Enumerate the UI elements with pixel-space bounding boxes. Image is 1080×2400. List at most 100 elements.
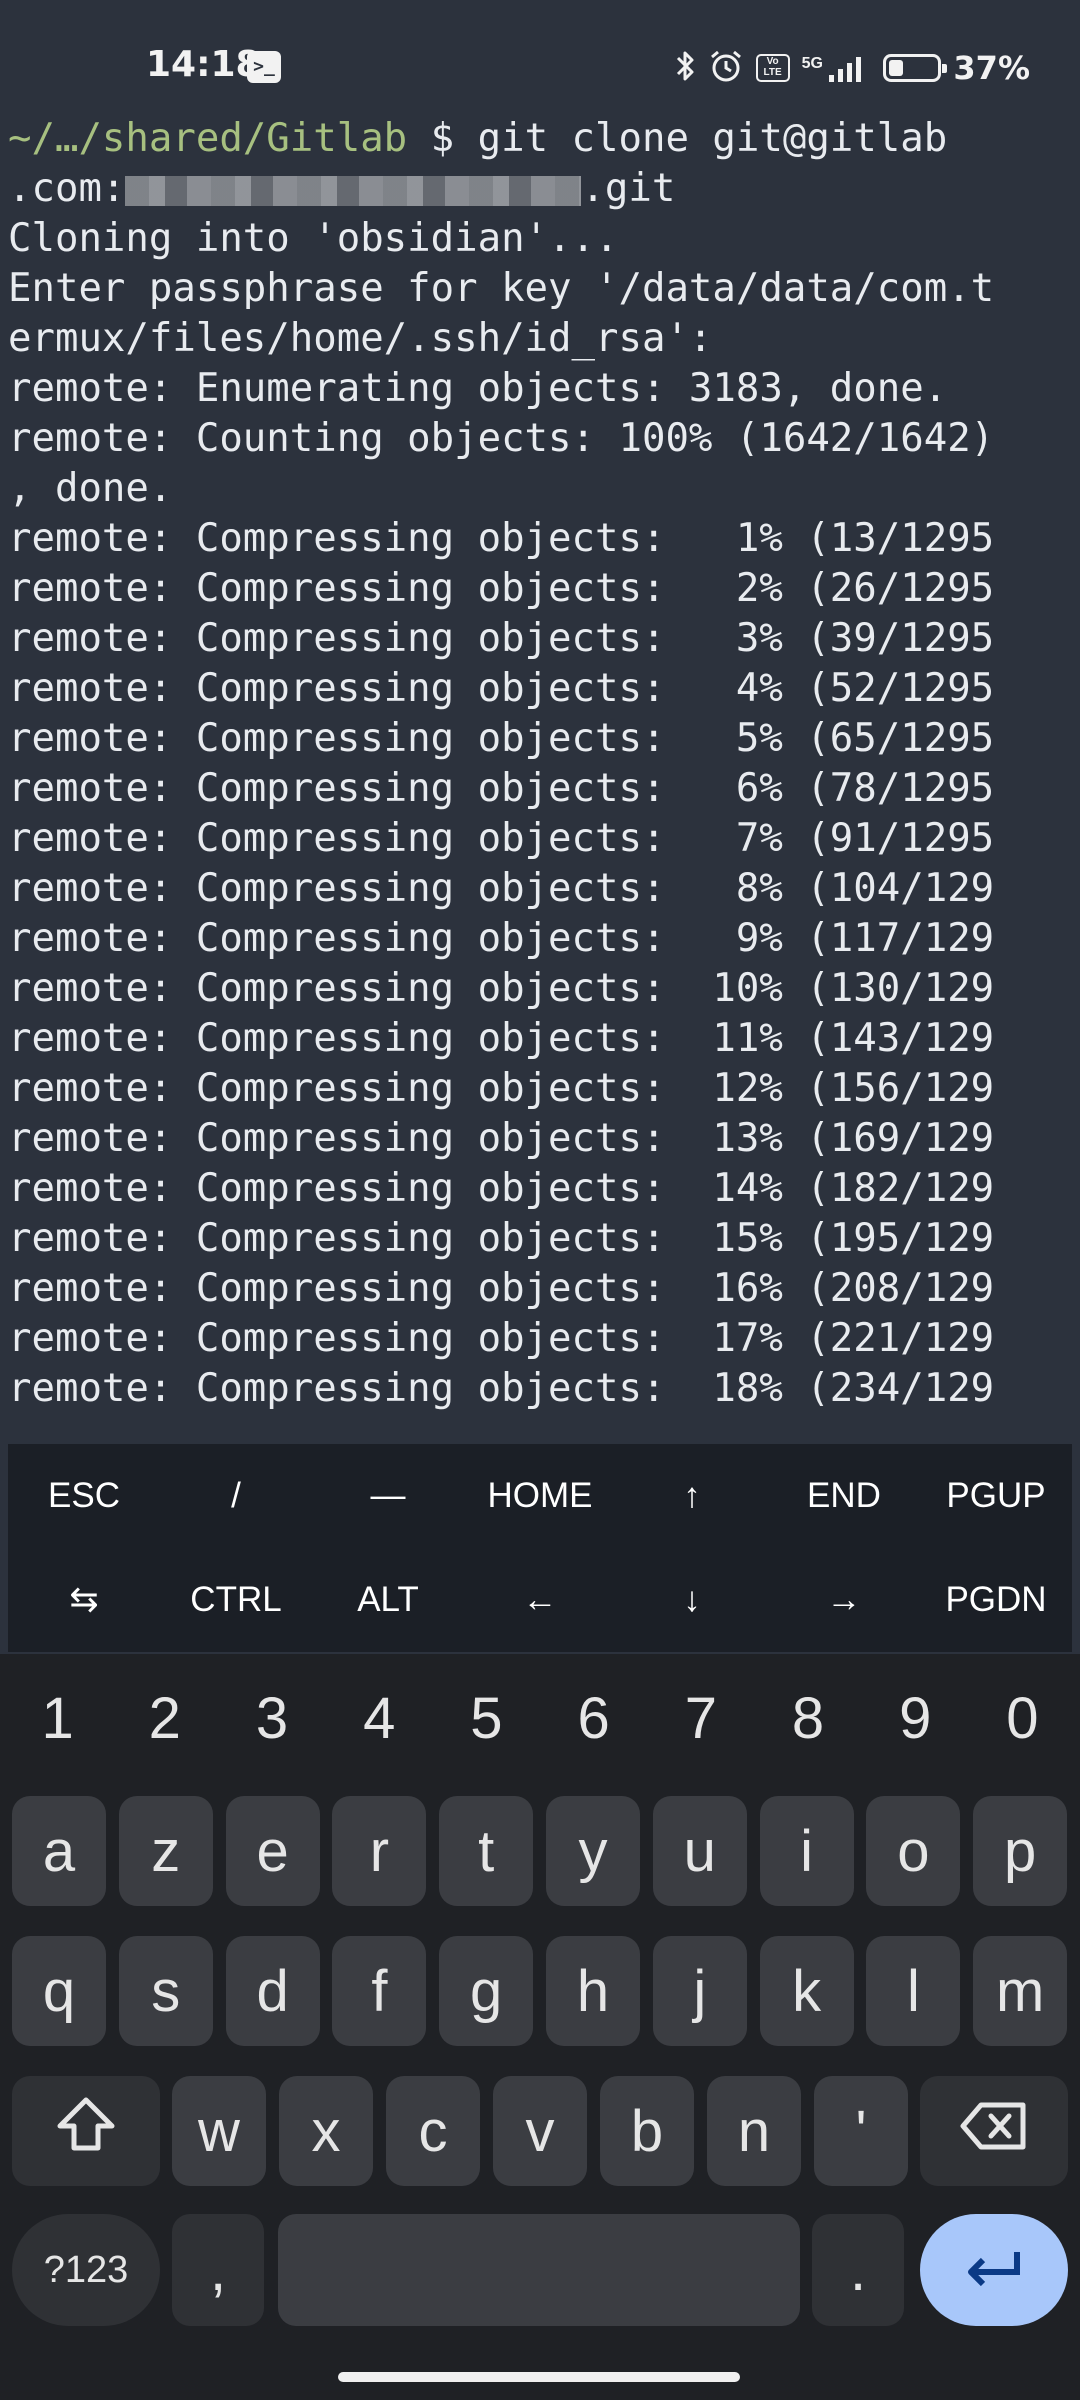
enter-key[interactable] (920, 2214, 1068, 2326)
letter-key[interactable]: x (279, 2076, 373, 2186)
number-key[interactable]: 2 (111, 1654, 218, 1782)
terminal-line: remote: Compressing objects: 14% (182/12… (8, 1166, 995, 1211)
terminal-line: remote: Compressing objects: 11% (143/12… (8, 1016, 995, 1061)
shift-key[interactable] (12, 2076, 160, 2186)
number-key[interactable]: 4 (326, 1654, 433, 1782)
extra-keys-row-2: ⇆ CTRL ALT ← ↓ → PGDN (8, 1548, 1072, 1652)
extra-key[interactable]: PGDN (920, 1548, 1072, 1652)
terminal-text: .com: (8, 166, 126, 211)
extra-key[interactable]: / (160, 1444, 312, 1548)
letter-key[interactable]: u (652, 1796, 747, 1906)
letter-key[interactable]: i (759, 1796, 854, 1906)
terminal-line: .com: .git (8, 164, 1072, 214)
extra-key[interactable]: ESC (8, 1444, 160, 1548)
letter-key[interactable]: k (759, 1936, 854, 2046)
extra-key[interactable]: CTRL (160, 1548, 312, 1652)
status-bar: 14:18 >_ Vo LTE 5G 37% (0, 0, 1080, 100)
terminal-line: remote: Compressing objects: 2% (26/1295 (8, 566, 995, 611)
terminal-line: remote: Compressing objects: 9% (117/129 (8, 916, 995, 961)
letter-key[interactable]: b (600, 2076, 694, 2186)
extra-key[interactable]: ← (464, 1548, 616, 1652)
letter-key[interactable]: c (386, 2076, 480, 2186)
number-row: 1234567890 (0, 1654, 1080, 1782)
letter-key[interactable]: d (225, 1936, 320, 2046)
terminal-line: remote: Compressing objects: 12% (156/12… (8, 1066, 995, 1111)
terminal-text: .git (581, 166, 676, 211)
terminal-line: Cloning into 'obsidian'... (8, 216, 619, 261)
letter-key[interactable]: r (332, 1796, 427, 1906)
terminal-line: remote: Compressing objects: 16% (208/12… (8, 1266, 995, 1311)
letter-key[interactable]: w (172, 2076, 266, 2186)
soft-keyboard: 1234567890 azertyuiop qsdfghjklm w x c v b n '… (0, 1654, 1080, 2400)
bluetooth-icon (674, 48, 696, 89)
letter-key[interactable]: f (332, 1936, 427, 2046)
extra-key[interactable]: — (312, 1444, 464, 1548)
terminal-line: , done. (8, 466, 173, 511)
backspace-key[interactable] (920, 2076, 1068, 2186)
letter-key[interactable]: t (439, 1796, 534, 1906)
letter-key[interactable]: s (118, 1936, 213, 2046)
terminal-line: remote: Compressing objects: 18% (234/12… (8, 1366, 995, 1411)
letter-key[interactable]: p (973, 1796, 1068, 1906)
letter-key[interactable]: n (707, 2076, 801, 2186)
extra-key[interactable]: ALT (312, 1548, 464, 1652)
extra-key[interactable]: ⇆ (8, 1548, 160, 1652)
terminal-line: remote: Compressing objects: 6% (78/1295 (8, 766, 995, 811)
terminal-line: remote: Compressing objects: 8% (104/129 (8, 866, 995, 911)
battery-icon (883, 54, 948, 82)
terminal-line: ermux/files/home/.ssh/id_rsa': (8, 316, 713, 361)
extra-key[interactable]: ↑ (616, 1444, 768, 1548)
letter-key[interactable]: a (12, 1796, 106, 1906)
backspace-icon (959, 2098, 1029, 2165)
terminal-line: remote: Compressing objects: 4% (52/1295 (8, 666, 995, 711)
redacted-text (125, 175, 582, 206)
status-time: 14:18 (146, 44, 261, 85)
number-key[interactable]: 9 (862, 1654, 969, 1782)
battery-percent: 37% (953, 49, 1030, 87)
letter-key[interactable]: j (652, 1936, 747, 2046)
number-key[interactable]: 0 (969, 1654, 1076, 1782)
home-indicator[interactable] (338, 2372, 740, 2382)
comma-key[interactable]: , (172, 2214, 264, 2326)
letter-key[interactable]: o (866, 1796, 961, 1906)
number-key[interactable]: 8 (754, 1654, 861, 1782)
volte-icon: Vo LTE (755, 54, 790, 82)
number-key[interactable]: 1 (4, 1654, 111, 1782)
signal-icon: 5G (802, 53, 872, 83)
number-key[interactable]: 3 (218, 1654, 325, 1782)
letter-key[interactable]: g (439, 1936, 534, 2046)
letter-key[interactable]: v (493, 2076, 587, 2186)
letter-key[interactable]: ' (814, 2076, 908, 2186)
extra-keys-row-1: ESC / — HOME ↑ END PGUP (8, 1444, 1072, 1548)
space-bar[interactable] (278, 2214, 800, 2326)
number-key[interactable]: 5 (433, 1654, 540, 1782)
period-key[interactable]: . (812, 2214, 904, 2326)
terminal-line: remote: Compressing objects: 15% (195/12… (8, 1216, 995, 1261)
extra-key[interactable]: PGUP (920, 1444, 1072, 1548)
terminal-output[interactable]: ~/…/shared/Gitlab $ git clone git@gitlab… (8, 114, 1072, 1434)
letter-key[interactable]: q (12, 1936, 106, 2046)
prompt-command: $ git clone git@gitlab (407, 116, 948, 161)
terminal-line: remote: Compressing objects: 7% (91/1295 (8, 816, 995, 861)
letter-key[interactable]: m (973, 1936, 1068, 2046)
symbols-key[interactable]: ?123 (12, 2214, 160, 2326)
terminal-line: remote: Compressing objects: 1% (13/1295 (8, 516, 995, 561)
letter-key[interactable]: h (546, 1936, 640, 2046)
number-key[interactable]: 7 (647, 1654, 754, 1782)
extra-key[interactable]: → (768, 1548, 920, 1652)
letter-key[interactable]: z (118, 1796, 213, 1906)
letter-key[interactable]: y (546, 1796, 640, 1906)
prompt-path: ~/…/shared/Gitlab (8, 116, 408, 161)
extra-key[interactable]: ↓ (616, 1548, 768, 1652)
termux-notification-icon: >_ (247, 51, 281, 83)
network-type: 5G (801, 55, 823, 72)
extra-key[interactable]: END (768, 1444, 920, 1548)
terminal-line: remote: Counting objects: 100% (1642/164… (8, 416, 995, 461)
letter-key[interactable]: l (866, 1936, 961, 2046)
terminal-line: remote: Compressing objects: 13% (169/12… (8, 1116, 995, 1161)
terminal-line: remote: Compressing objects: 10% (130/12… (8, 966, 995, 1011)
letter-key[interactable]: e (225, 1796, 320, 1906)
terminal-line: remote: Compressing objects: 17% (221/12… (8, 1316, 995, 1361)
extra-key[interactable]: HOME (464, 1444, 616, 1548)
number-key[interactable]: 6 (540, 1654, 647, 1782)
